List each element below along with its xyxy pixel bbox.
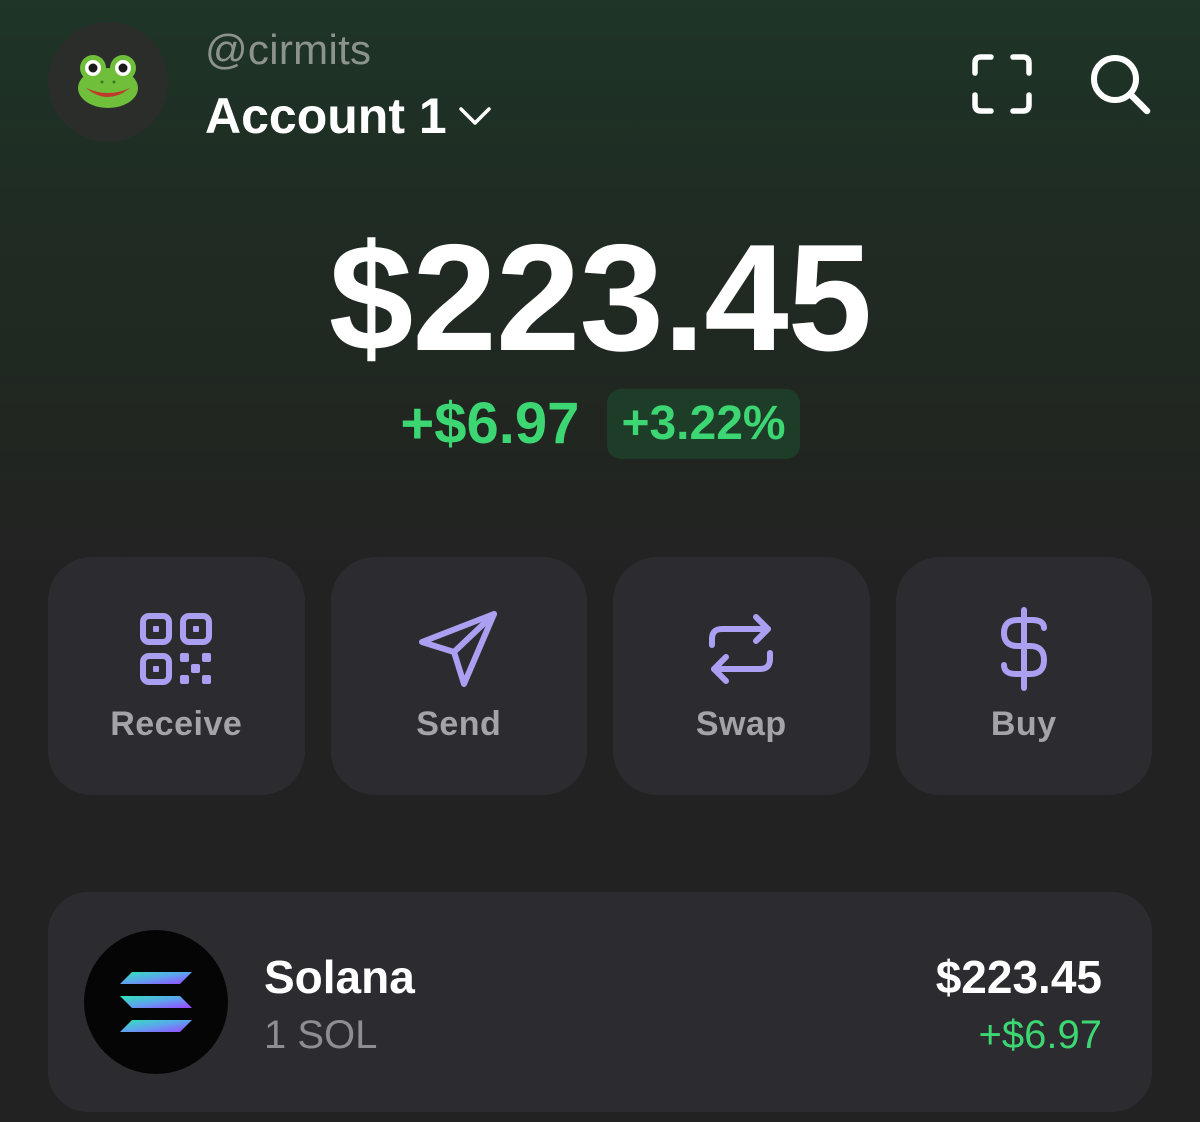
action-buttons: Receive Send Swap Buy: [48, 557, 1152, 795]
account-selector[interactable]: Account 1: [205, 88, 493, 144]
account-info: @cirmits Account 1: [205, 24, 493, 144]
send-button[interactable]: Send: [330, 557, 587, 795]
username: @cirmits: [205, 26, 372, 73]
swap-label: Swap: [695, 705, 787, 743]
send-label: Send: [416, 705, 502, 743]
token-value: $223.45: [935, 951, 1102, 1003]
search-button[interactable]: [1088, 52, 1152, 116]
receive-label: Receive: [110, 705, 243, 743]
buy-label: Buy: [990, 705, 1057, 743]
receive-button[interactable]: Receive: [48, 557, 305, 795]
total-balance: $223.45: [328, 213, 872, 383]
swap-button[interactable]: Swap: [613, 557, 870, 795]
frog-avatar-icon: [78, 55, 138, 108]
balance-change: +$6.97 +3.22%: [0, 388, 1200, 460]
token-change: +$6.97: [978, 1013, 1102, 1057]
solana-logo-icon: [84, 930, 228, 1074]
token-amount: 1 SOL: [264, 1013, 378, 1057]
qr-code-icon: [140, 613, 213, 685]
dollar-icon: [1000, 607, 1047, 691]
scan-icon: [972, 54, 1032, 114]
token-row-solana[interactable]: Solana 1 SOL $223.45 +$6.97: [48, 892, 1152, 1112]
token-name: Solana: [264, 951, 415, 1003]
chevron-down-icon: [457, 104, 493, 128]
balance-change-percent-badge: +3.22%: [607, 389, 800, 459]
balance-change-amount: +$6.97: [400, 391, 580, 456]
paper-plane-icon: [418, 611, 497, 687]
scan-button[interactable]: [970, 52, 1034, 116]
buy-button[interactable]: Buy: [895, 557, 1152, 795]
search-icon: [1091, 55, 1151, 115]
account-name: Account 1: [205, 88, 447, 144]
swap-arrows-icon: [709, 614, 774, 684]
account-avatar[interactable]: [48, 22, 168, 142]
